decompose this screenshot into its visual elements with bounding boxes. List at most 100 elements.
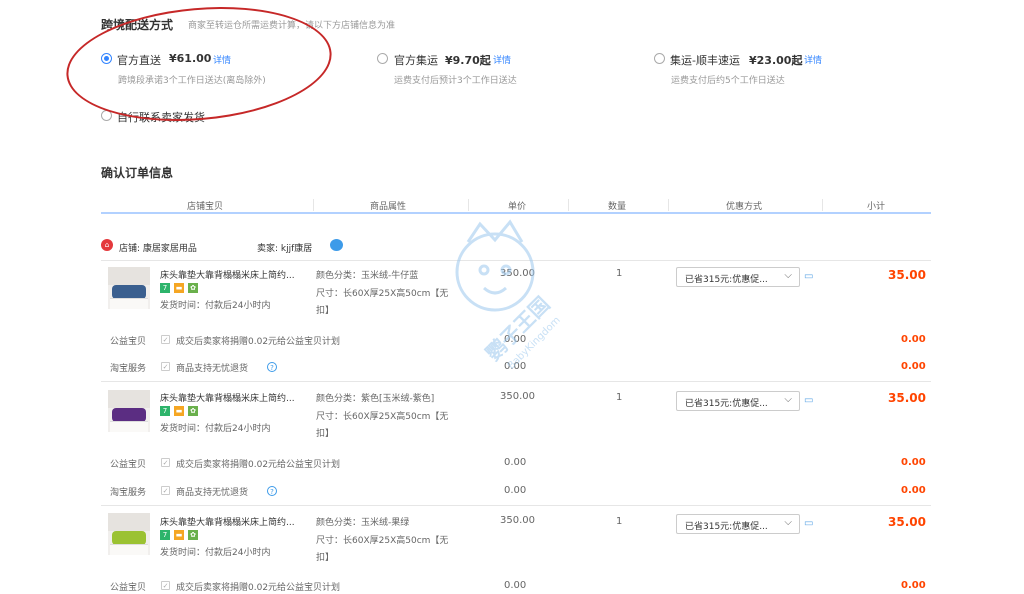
option-name: 集运-顺丰速运 (670, 54, 740, 67)
subtotal: 35.00 (888, 268, 926, 282)
product-thumbnail[interactable] (108, 513, 150, 555)
service-checkbox[interactable]: ✓ (161, 362, 170, 371)
store-icon: ⌂ (101, 239, 113, 251)
attr-size-cont: 扣】 (316, 553, 335, 563)
service-text: 商品支持无忧退货 (176, 364, 249, 374)
product-name[interactable]: 床头靠垫大靠背榻榻米床上简约... (160, 515, 310, 528)
option-name: 自行联系卖家发货 (117, 111, 205, 124)
card-badge-icon: ▬ (174, 406, 184, 416)
discount-value: 已省315元:优惠促... (685, 399, 768, 409)
service-price: 0.00 (504, 361, 527, 372)
order-section-title: 确认订单信息 (101, 166, 174, 180)
charity-text: 成交后卖家将捐赠0.02元给公益宝贝计划 (176, 460, 341, 470)
discount-select[interactable]: 已省315元:优惠促... ⌵ (676, 514, 800, 534)
attr-size: 尺寸：长60X厚25X高50cm【无 (316, 412, 449, 422)
option-desc: 跨境段承诺3个工作日送达(离岛除外) (118, 76, 266, 86)
help-icon[interactable]: ? (267, 486, 277, 496)
column-header-discount: 优惠方式 (726, 202, 763, 212)
seller-name[interactable]: 卖家: kjjf康居 (257, 241, 312, 254)
radio-selected[interactable] (101, 53, 112, 64)
radio-unselected[interactable] (101, 110, 112, 121)
service-text: 商品支持无忧退货 (176, 488, 249, 498)
product-name[interactable]: 床头靠垫大靠背榻榻米床上简约... (160, 391, 310, 404)
details-link[interactable]: 详情 (493, 53, 511, 66)
option-name: 官方直送 (117, 54, 161, 67)
attr-size-cont: 扣】 (316, 306, 335, 316)
chevron-down-icon: ⌵ (784, 394, 792, 405)
unit-price: 350.00 (500, 515, 535, 526)
row-divider (101, 505, 931, 506)
column-header-item: 店铺宝贝 (187, 202, 224, 212)
message-icon[interactable]: ▭ (804, 395, 813, 406)
column-header-price: 单价 (508, 202, 527, 212)
attr-size: 尺寸：长60X厚25X高50cm【无 (316, 536, 449, 546)
unit-price: 350.00 (500, 268, 535, 279)
column-header-attributes: 商品属性 (370, 202, 407, 212)
chat-seller-icon[interactable] (330, 239, 343, 251)
subtotal: 35.00 (888, 515, 926, 529)
message-icon[interactable]: ▭ (804, 518, 813, 529)
service-label: 淘宝服务 (110, 488, 147, 498)
cushion-swatch (112, 531, 146, 545)
cushion-swatch (112, 408, 146, 422)
charity-checkbox[interactable]: ✓ (161, 581, 170, 590)
charity-checkbox[interactable]: ✓ (161, 458, 170, 467)
charity-checkbox[interactable]: ✓ (161, 335, 170, 344)
charity-label: 公益宝贝 (110, 337, 147, 347)
leaf-badge-icon: ✿ (188, 530, 198, 540)
ship-time: 发货时间：付款后24小时内 (160, 301, 271, 311)
attr-size-cont: 扣】 (316, 429, 335, 439)
charity-label: 公益宝贝 (110, 583, 147, 593)
radio-unselected[interactable] (654, 53, 665, 64)
quantity: 1 (616, 392, 623, 403)
attr-size: 尺寸：长60X厚25X高50cm【无 (316, 289, 449, 299)
watermark-text-cn: 鹦子王国 (480, 292, 554, 366)
help-icon[interactable]: ? (267, 362, 277, 372)
chevron-down-icon: ⌵ (784, 270, 792, 281)
cushion-swatch (112, 285, 146, 299)
discount-select[interactable]: 已省315元:优惠促... ⌵ (676, 267, 800, 287)
header-divider (101, 212, 931, 214)
card-badge-icon: ▬ (174, 283, 184, 293)
attr-color: 颜色分类：紫色[玉米绒-紫色] (316, 394, 435, 404)
charity-total: 0.00 (901, 580, 926, 591)
option-price: ¥23.00起 (749, 54, 803, 67)
service-price: 0.00 (504, 485, 527, 496)
radio-unselected[interactable] (377, 53, 388, 64)
option-name: 官方集运 (394, 54, 438, 67)
product-thumbnail[interactable] (108, 390, 150, 432)
discount-select[interactable]: 已省315元:优惠促... ⌵ (676, 391, 800, 411)
service-checkbox[interactable]: ✓ (161, 486, 170, 495)
column-header-qty: 数量 (608, 202, 627, 212)
quantity: 1 (616, 516, 623, 527)
charity-price: 0.00 (504, 457, 527, 468)
charity-text: 成交后卖家将捐赠0.02元给公益宝贝计划 (176, 337, 341, 347)
unit-price: 350.00 (500, 391, 535, 402)
row-divider (101, 260, 931, 261)
column-header-subtotal: 小计 (867, 202, 886, 212)
badge-icon: 7 (160, 283, 170, 293)
row-divider (101, 381, 931, 382)
product-thumbnail[interactable] (108, 267, 150, 309)
option-desc: 运费支付后约5个工作日送达 (671, 76, 785, 86)
discount-value: 已省315元:优惠促... (685, 522, 768, 532)
service-total: 0.00 (901, 485, 926, 496)
chevron-down-icon: ⌵ (784, 517, 792, 528)
service-total: 0.00 (901, 361, 926, 372)
discount-value: 已省315元:优惠促... (685, 275, 768, 285)
message-icon[interactable]: ▭ (804, 271, 813, 282)
details-link[interactable]: 详情 (213, 53, 231, 66)
card-badge-icon: ▬ (174, 530, 184, 540)
product-name[interactable]: 床头靠垫大靠背榻榻米床上简约... (160, 268, 310, 281)
attr-color: 颜色分类：玉米绒-果绿 (316, 518, 410, 528)
service-label: 淘宝服务 (110, 364, 147, 374)
option-price: ¥61.00 (169, 52, 212, 65)
details-link[interactable]: 详情 (804, 53, 822, 66)
store-name[interactable]: 店铺: 康居家居用品 (119, 241, 197, 254)
shipping-title: 跨境配送方式 (101, 18, 174, 32)
badge-icon: 7 (160, 406, 170, 416)
quantity: 1 (616, 268, 623, 279)
option-price: ¥9.70起 (445, 54, 491, 67)
ship-time: 发货时间：付款后24小时内 (160, 424, 271, 434)
charity-price: 0.00 (504, 580, 527, 591)
